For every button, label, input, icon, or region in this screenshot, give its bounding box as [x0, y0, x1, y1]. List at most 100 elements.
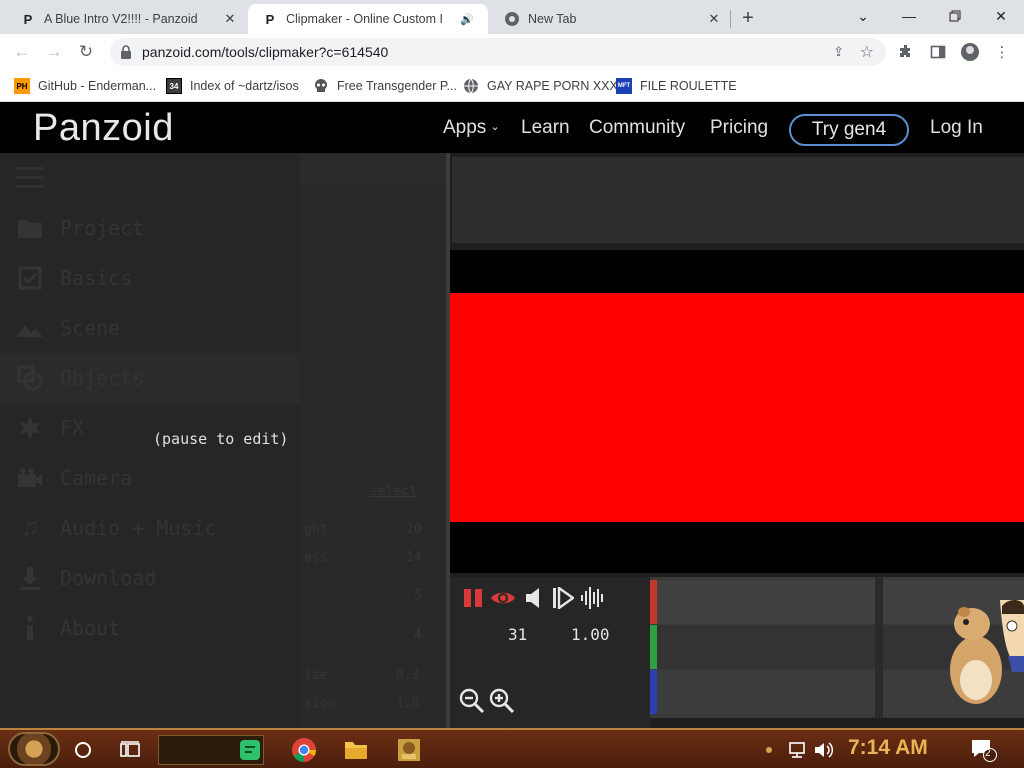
nav-learn[interactable]: Learn [521, 117, 570, 139]
select-link[interactable]: select [370, 484, 417, 499]
nav-community[interactable]: Community [589, 117, 685, 139]
landscape-icon [16, 314, 44, 342]
waveform-icon[interactable] [580, 586, 606, 610]
address-bar[interactable]: panzoid.com/tools/clipmaker?c=614540 ⇪ ☆ [110, 38, 886, 66]
property-label: ize [304, 668, 328, 683]
eye-icon[interactable] [490, 587, 516, 609]
menu-item-label: Download [60, 566, 157, 590]
bookmark-item[interactable]: GAY RAPE PORN XXX [463, 76, 618, 96]
side-panel-icon[interactable] [928, 42, 948, 62]
menu-item-project[interactable]: Project [0, 203, 300, 253]
pause-hint: (pause to edit) [153, 430, 289, 448]
menu-item-basics[interactable]: Basics [0, 253, 300, 303]
bookmark-item[interactable]: 34 Index of ~dartz/isos [166, 76, 299, 96]
menu-item-camera[interactable]: Camera [0, 453, 300, 503]
zoom-in-icon[interactable] [488, 687, 516, 715]
menu-item-label: Basics [60, 266, 133, 290]
taskbar-clock[interactable]: 7:14 AM [848, 736, 928, 760]
site-logo[interactable]: Panzoid [33, 107, 174, 150]
browser-tab[interactable]: P A Blue Intro V2!!!! - Panzoid ✕ [6, 4, 246, 34]
browser-toolbar: ← → ↻ panzoid.com/tools/clipmaker?c=6145… [0, 34, 1024, 70]
share-icon[interactable]: ⇪ [833, 44, 844, 60]
property-label: ess [304, 550, 328, 565]
bookmark-item[interactable]: Free Transgender P... [313, 76, 457, 96]
zoom-out-icon[interactable] [458, 687, 486, 715]
property-value: 5 [414, 588, 422, 603]
property-value: 1.0 [396, 696, 420, 711]
menu-item-label: Camera [60, 466, 133, 490]
tab-search-icon[interactable]: ⌄ [840, 4, 886, 28]
tray-overflow-icon[interactable] [762, 734, 776, 766]
profile-avatar[interactable] [960, 42, 980, 62]
menu-item-objects[interactable]: Objects [0, 353, 300, 403]
notification-count: 2 [985, 748, 991, 759]
notifications-icon[interactable]: 2 [968, 734, 1000, 766]
browser-tab[interactable]: New Tab ✕ [490, 4, 730, 34]
bookmark-label: FILE ROULETTE [640, 79, 737, 93]
new-tab-button[interactable]: + [736, 6, 760, 30]
step-forward-icon[interactable] [552, 586, 574, 610]
menu-item-label: Objects [60, 366, 145, 390]
chrome-icon [504, 11, 520, 27]
close-tab-icon[interactable]: ✕ [706, 11, 722, 27]
menu-item-audio-music[interactable]: ♫ Audio + Music [0, 503, 300, 553]
pornhub-favicon-icon: PH [14, 78, 30, 94]
pause-icon[interactable] [462, 587, 484, 609]
track-marker [650, 580, 657, 624]
preview-canvas[interactable] [450, 250, 1024, 573]
folder-icon [16, 214, 44, 242]
properties-subpane: select ght 20 ess 14 5 4 ize 0.3 sion 1.… [300, 186, 448, 728]
nav-apps[interactable]: Apps ⌄ [443, 117, 500, 139]
close-tab-icon[interactable]: ✕ [222, 11, 238, 27]
maximize-button[interactable] [932, 4, 978, 28]
start-button[interactable] [8, 732, 60, 766]
property-value: 0.3 [396, 668, 420, 683]
back-button[interactable]: ← [10, 40, 34, 64]
menu-kebab-icon[interactable]: ⋮ [992, 42, 1012, 62]
volume-icon[interactable] [808, 734, 840, 766]
menu-item-label: FX [60, 416, 85, 440]
speaker-icon[interactable] [524, 587, 544, 609]
cortana-icon[interactable] [67, 734, 99, 766]
minimize-button[interactable]: — [886, 4, 932, 28]
bookmark-item[interactable]: PH GitHub - Enderman... [14, 76, 156, 96]
chevron-down-icon: ⌄ [490, 121, 500, 133]
property-label: ght [304, 522, 328, 537]
extensions-icon[interactable] [896, 42, 916, 62]
sticky-notes-icon[interactable] [234, 734, 266, 766]
track-marker [650, 670, 657, 714]
camera-icon [16, 464, 44, 492]
menu-item-download[interactable]: Download [0, 553, 300, 603]
sparkle-icon [16, 414, 44, 442]
playback-controls: 31 1.00 [450, 577, 650, 728]
property-value: 20 [406, 522, 422, 537]
editor-right-area: 31 1.00 [450, 153, 1024, 728]
bookmarks-bar: PH GitHub - Enderman... 34 Index of ~dar… [0, 70, 1024, 102]
close-window-button[interactable]: ✕ [978, 4, 1024, 28]
menu-item-scene[interactable]: Scene [0, 303, 300, 353]
task-view-icon[interactable] [114, 734, 146, 766]
nav-pricing[interactable]: Pricing [710, 117, 768, 139]
audio-playing-icon[interactable]: 🔊 [460, 13, 474, 26]
login-link[interactable]: Log In [930, 117, 983, 139]
file-explorer-icon[interactable] [340, 734, 372, 766]
lock-icon[interactable] [120, 45, 132, 59]
forward-button[interactable]: → [42, 40, 66, 64]
editor-left-panel: Project Basics Scene Objects FX Camera ♫… [0, 153, 448, 728]
hamster-desktop-pet[interactable] [940, 600, 1024, 708]
hamburger-menu-icon[interactable] [16, 167, 44, 194]
chrome-taskbar-icon[interactable] [288, 734, 320, 766]
red-object [450, 293, 1024, 522]
property-value: 4 [414, 628, 422, 643]
bookmark-star-icon[interactable]: ☆ [860, 42, 874, 62]
property-value: 14 [406, 550, 422, 565]
bookmark-item[interactable]: MFT FILE ROULETTE [616, 76, 737, 96]
menu-item-about[interactable]: About [0, 603, 300, 653]
browser-tab-active[interactable]: P Clipmaker - Online Custom I 🔊 [248, 4, 488, 34]
playback-speed[interactable]: 1.00 [571, 625, 610, 644]
game-app-icon[interactable] [393, 734, 425, 766]
try-gen4-button[interactable]: Try gen4 [789, 114, 909, 146]
file-roulette-favicon-icon: MFT [616, 78, 632, 94]
reload-button[interactable]: ↻ [74, 40, 98, 64]
tab-separator [730, 10, 731, 28]
